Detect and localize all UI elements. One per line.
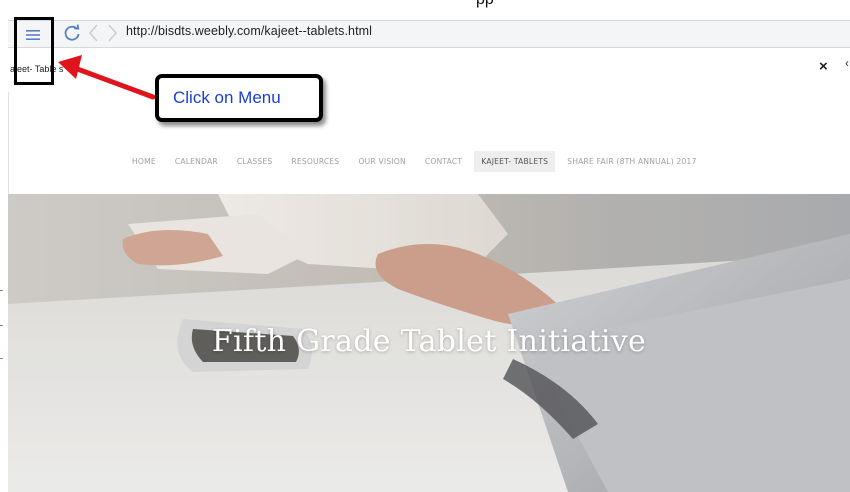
tab-close-icon[interactable]: ×: [819, 58, 828, 75]
nav-item-classes[interactable]: CLASSES: [237, 151, 273, 172]
cut-off-title-fragment: pp: [476, 0, 494, 9]
nav-item-share-fair[interactable]: SHARE FAIR (8TH ANNUAL) 2017: [567, 151, 696, 172]
refresh-icon[interactable]: [62, 23, 82, 43]
nav-item-calendar[interactable]: CALENDAR: [175, 151, 218, 172]
edge-mark: [0, 325, 3, 326]
nav-item-home[interactable]: HOME: [132, 151, 156, 172]
top-strip: [0, 0, 850, 20]
nav-item-kajeet-tablets[interactable]: KAJEET- TABLETS: [474, 151, 556, 172]
nav-item-our-vision[interactable]: OUR VISION: [358, 151, 405, 172]
hero-title: Fifth Grade Tablet Initiative: [211, 324, 647, 359]
forward-chevron-icon[interactable]: [104, 22, 120, 44]
menu-highlight-box: [14, 17, 54, 85]
instruction-callout: Click on Menu: [155, 74, 323, 122]
edge-mark: [0, 358, 3, 359]
back-chevron-icon[interactable]: [86, 22, 102, 44]
edge-mark: [0, 290, 3, 291]
nav-item-contact[interactable]: CONTACT: [425, 151, 462, 172]
tab-strip: [8, 48, 850, 92]
site-navigation: HOME CALENDAR CLASSES RESOURCES OUR VISI…: [132, 151, 716, 172]
callout-text: Click on Menu: [173, 88, 281, 107]
tab-edge-chevron-icon[interactable]: ‹: [845, 56, 849, 70]
nav-item-resources[interactable]: RESOURCES: [291, 151, 339, 172]
hero-banner: Fifth Grade Tablet Initiative: [8, 194, 850, 492]
url-address-field[interactable]: http://bisdts.weebly.com/kajeet--tablets…: [126, 24, 372, 38]
